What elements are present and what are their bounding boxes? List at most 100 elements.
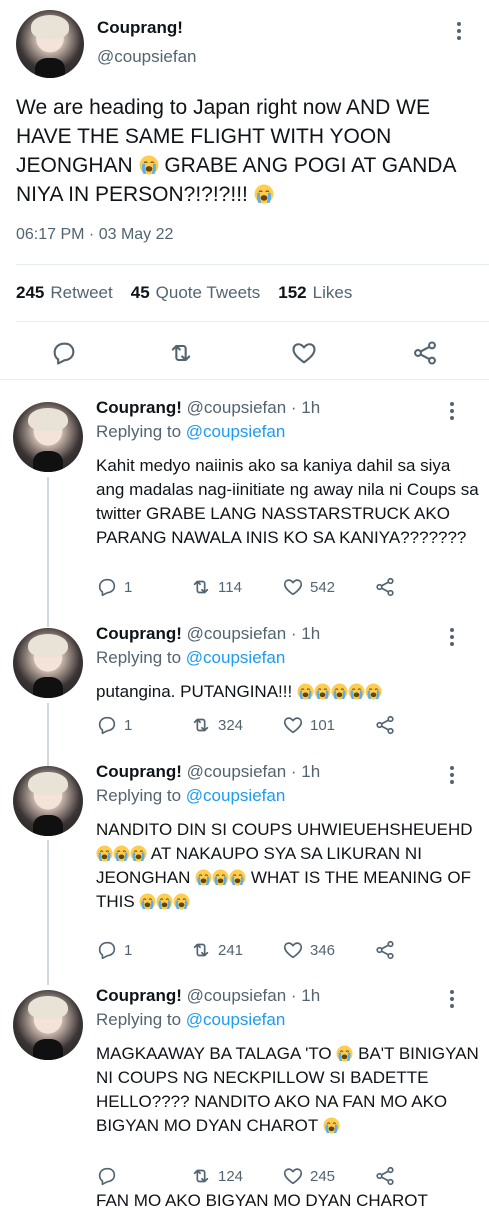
share-icon[interactable] xyxy=(374,714,396,736)
reply-text: putangina. PUTANGINA!!! xyxy=(96,680,481,704)
loudly-crying-face-emoji xyxy=(212,869,229,886)
reply-text: Kahit medyo naiinis ako sa kaniya dahil … xyxy=(96,456,479,547)
author-handle-time[interactable]: @coupsiefan · 1h xyxy=(187,398,321,417)
avatar[interactable] xyxy=(16,10,84,78)
reply-count: 1 xyxy=(124,716,133,734)
quote-label: Quote Tweets xyxy=(155,283,261,302)
loudly-crying-face-emoji xyxy=(323,1117,340,1134)
reply-icon[interactable] xyxy=(96,714,118,736)
share-icon[interactable] xyxy=(411,339,439,367)
like-count: 101 xyxy=(310,716,336,734)
loudly-crying-face-emoji xyxy=(229,869,246,886)
replying-to: Replying to @coupsiefan xyxy=(96,422,285,442)
tweet-stats: 245 Retweet 45 Quote Tweets 152 Likes xyxy=(16,283,352,303)
reply-tweet[interactable]: Couprang! @coupsiefan · 1h Replying to @… xyxy=(0,754,489,979)
loudly-crying-face-emoji xyxy=(96,845,113,862)
reply-actions: 124 245 xyxy=(96,1165,476,1189)
more-options-icon[interactable] xyxy=(450,766,456,784)
retweet-count: 114 xyxy=(218,578,242,596)
retweet-icon[interactable] xyxy=(190,714,212,736)
author-name[interactable]: Couprang! xyxy=(96,624,182,643)
retweet-count: 241 xyxy=(218,941,244,959)
retweet-icon[interactable] xyxy=(190,1165,212,1187)
retweet-count: 245 xyxy=(16,283,45,302)
replying-to: Replying to @coupsiefan xyxy=(96,786,285,806)
reply-icon[interactable] xyxy=(96,576,118,598)
reply-text-part: putangina. PUTANGINA!!! xyxy=(96,682,297,701)
loudly-crying-face-emoji xyxy=(331,683,348,700)
more-options-icon[interactable] xyxy=(450,628,456,646)
reply-icon[interactable] xyxy=(50,339,78,367)
loudly-crying-face-emoji xyxy=(336,1045,353,1062)
author-handle-time[interactable]: @coupsiefan · 1h xyxy=(187,762,321,781)
loudly-crying-face-emoji xyxy=(156,893,173,910)
tweet-actions xyxy=(0,339,489,371)
reply-header: Couprang! @coupsiefan · 1h xyxy=(96,398,320,418)
avatar[interactable] xyxy=(13,990,83,1060)
share-icon[interactable] xyxy=(374,1165,396,1187)
more-options-icon[interactable] xyxy=(457,22,463,40)
retweet-stat[interactable]: 245 Retweet xyxy=(16,283,113,303)
like-icon[interactable] xyxy=(282,576,304,598)
replying-label: Replying to xyxy=(96,1010,182,1029)
reply-actions: 1 241 346 xyxy=(96,939,476,963)
main-tweet: Couprang! @coupsiefan We are heading to … xyxy=(0,0,489,380)
loudly-crying-face-emoji xyxy=(254,184,274,204)
retweet-icon[interactable] xyxy=(190,576,212,598)
author-name[interactable]: Couprang! xyxy=(96,398,182,417)
reply-icon[interactable] xyxy=(96,1165,118,1187)
author-handle[interactable]: @coupsiefan xyxy=(97,47,197,67)
reply-tweet[interactable]: Couprang! @coupsiefan · 1h Replying to @… xyxy=(0,616,489,746)
avatar[interactable] xyxy=(13,628,83,698)
author-name[interactable]: Couprang! xyxy=(96,986,182,1005)
author-handle-time[interactable]: @coupsiefan · 1h xyxy=(187,624,321,643)
retweet-icon[interactable] xyxy=(190,939,212,961)
like-icon[interactable] xyxy=(282,939,304,961)
loudly-crying-face-emoji xyxy=(297,683,314,700)
loudly-crying-face-emoji xyxy=(348,683,365,700)
reply-tweet[interactable]: Couprang! @coupsiefan · 1h Replying to @… xyxy=(0,978,489,1192)
more-options-icon[interactable] xyxy=(450,402,456,420)
more-options-icon[interactable] xyxy=(450,990,456,1008)
reply-text-part: MAGKAAWAY BA TALAGA 'TO xyxy=(96,1044,337,1063)
reply-actions: 1 324 101 xyxy=(96,714,476,738)
tweet-text: We are heading to Japan right now AND WE… xyxy=(16,93,476,209)
divider xyxy=(0,379,489,380)
loudly-crying-face-emoji xyxy=(195,869,212,886)
reply-tweet[interactable]: Couprang! @coupsiefan · 1h Replying to @… xyxy=(0,390,489,620)
like-icon[interactable] xyxy=(282,714,304,736)
replying-to-link[interactable]: @coupsiefan xyxy=(186,1010,286,1029)
reply-header: Couprang! @coupsiefan · 1h xyxy=(96,986,320,1006)
replying-to: Replying to @coupsiefan xyxy=(96,1010,285,1030)
author-name[interactable]: Couprang! xyxy=(97,18,183,38)
loudly-crying-face-emoji xyxy=(139,155,159,175)
replying-label: Replying to xyxy=(96,422,182,441)
share-icon[interactable] xyxy=(374,939,396,961)
share-icon[interactable] xyxy=(374,576,396,598)
quote-stat[interactable]: 45 Quote Tweets xyxy=(131,283,261,303)
like-count: 152 xyxy=(278,283,307,302)
tweet-timestamp[interactable]: 06:17 PM · 03 May 22 xyxy=(16,226,173,244)
reply-count: 1 xyxy=(124,941,133,959)
author-handle-time[interactable]: @coupsiefan · 1h xyxy=(187,986,321,1005)
replying-to-link[interactable]: @coupsiefan xyxy=(186,786,286,805)
like-icon[interactable] xyxy=(290,339,318,367)
like-label: Likes xyxy=(312,283,353,302)
loudly-crying-face-emoji xyxy=(314,683,331,700)
like-stat[interactable]: 152 Likes xyxy=(278,283,352,303)
author-name[interactable]: Couprang! xyxy=(96,762,182,781)
loudly-crying-face-emoji xyxy=(130,845,147,862)
replying-label: Replying to xyxy=(96,786,182,805)
retweet-icon[interactable] xyxy=(167,339,195,367)
reply-count: 1 xyxy=(124,578,133,596)
replying-to-link[interactable]: @coupsiefan xyxy=(186,422,286,441)
divider xyxy=(16,264,489,265)
replying-to-link[interactable]: @coupsiefan xyxy=(186,648,286,667)
divider xyxy=(16,321,489,322)
avatar[interactable] xyxy=(13,402,83,472)
avatar[interactable] xyxy=(13,766,83,836)
reply-icon[interactable] xyxy=(96,939,118,961)
like-icon[interactable] xyxy=(282,1165,304,1187)
reply-text: MAGKAAWAY BA TALAGA 'TO BA'T BINIGYAN NI… xyxy=(96,1042,481,1138)
loudly-crying-face-emoji xyxy=(173,893,190,910)
